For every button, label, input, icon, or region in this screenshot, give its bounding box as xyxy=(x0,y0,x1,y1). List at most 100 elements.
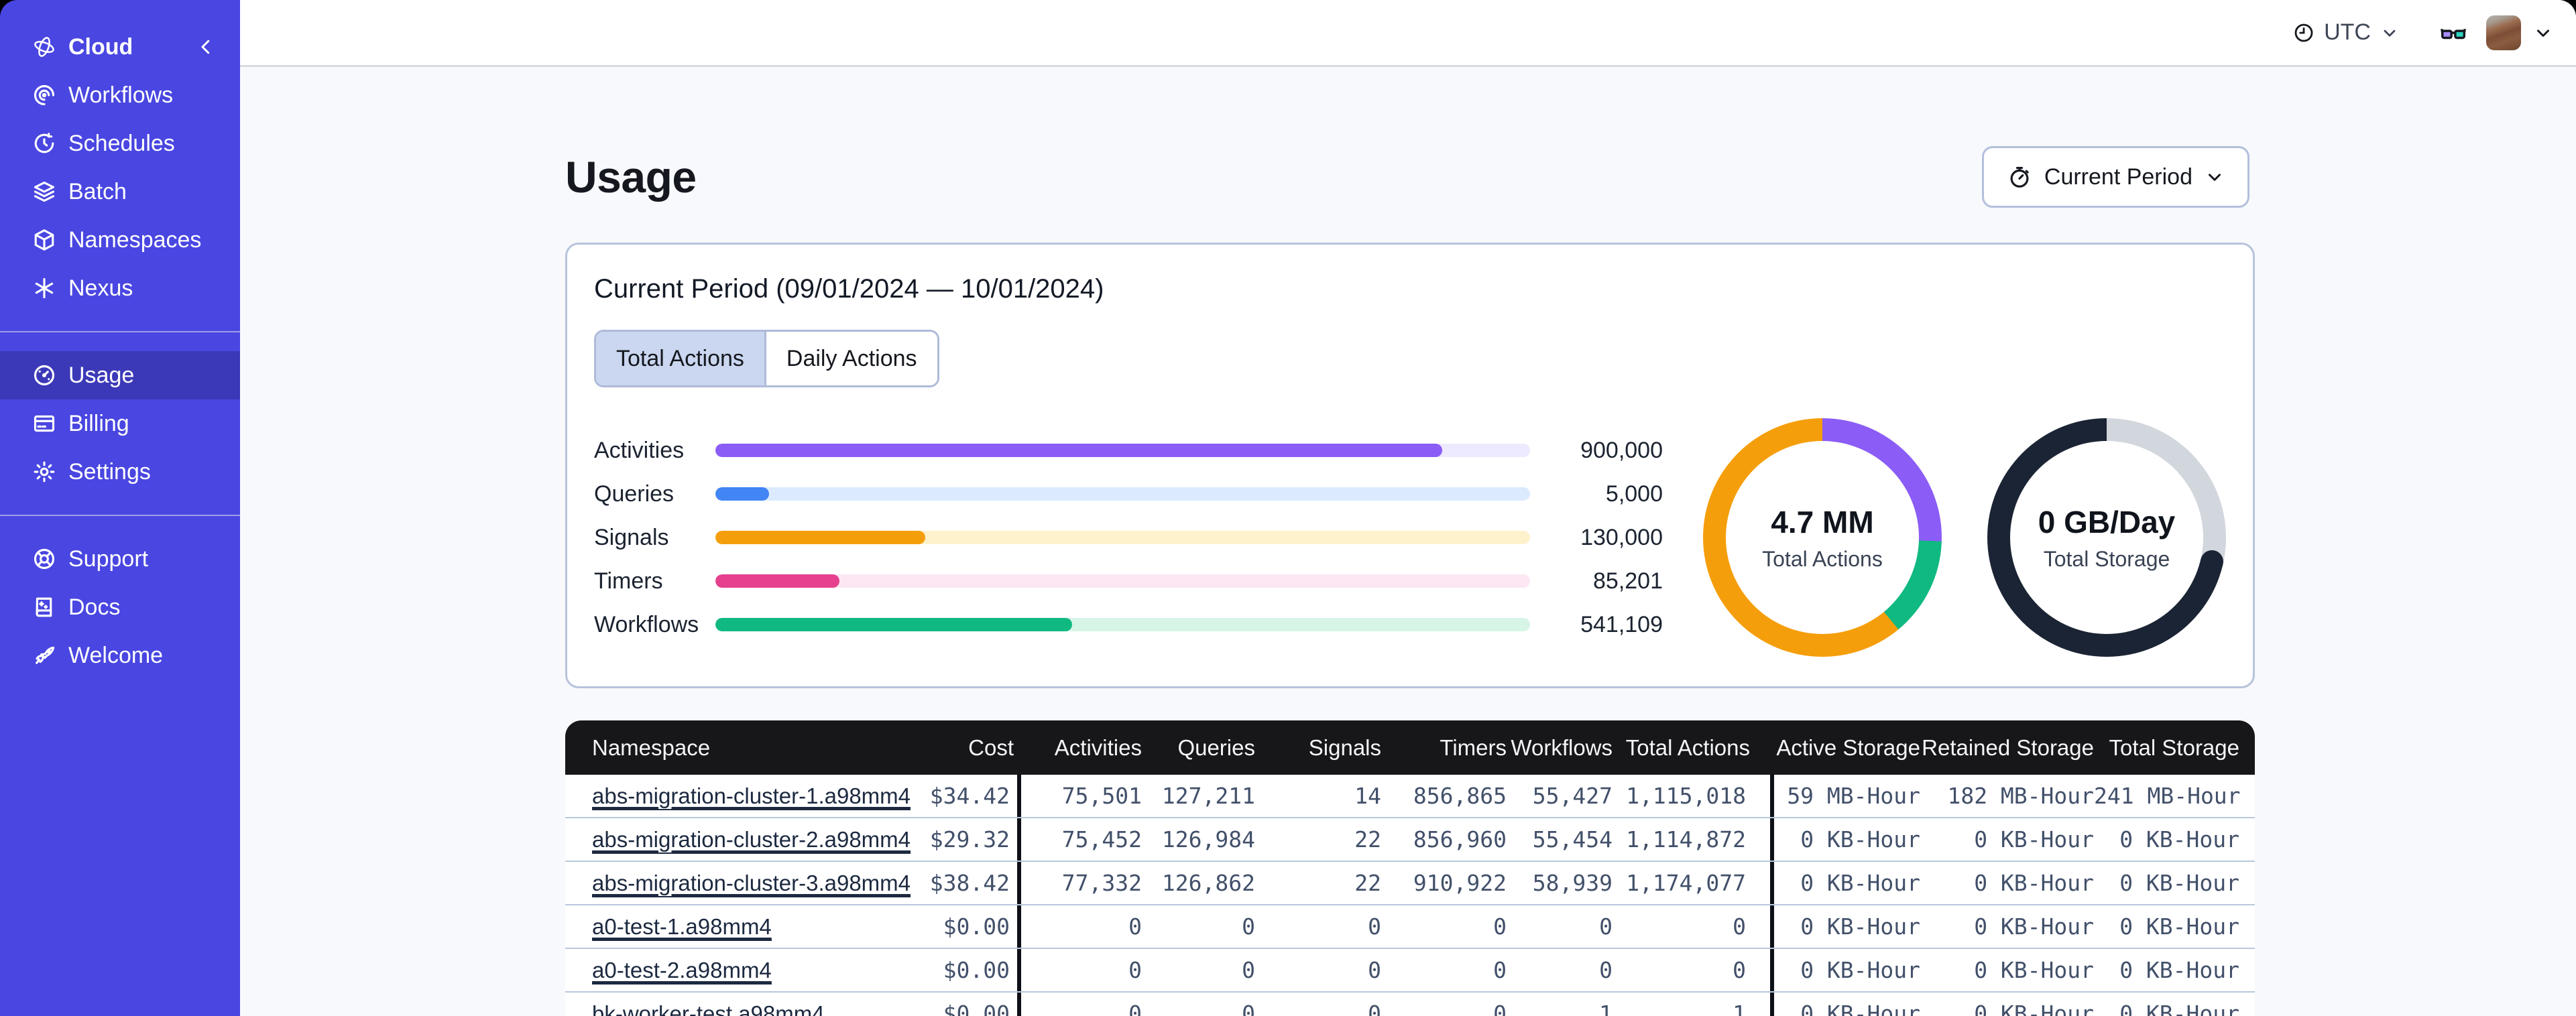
period-button-label: Current Period xyxy=(2044,164,2192,190)
collapse-sidebar-button[interactable] xyxy=(196,37,216,57)
bar-row-activities: Activities 900,000 xyxy=(594,429,1663,472)
cell-total_actions: 1 xyxy=(1613,993,1774,1016)
cell-timers: 856,960 xyxy=(1413,826,1507,852)
cell-active_storage: 0 KB-Hour xyxy=(1800,870,1920,896)
bar-fill xyxy=(715,444,1442,457)
cell-retained_storage: 0 KB-Hour xyxy=(1974,826,2094,852)
bar-row-queries: Queries 5,000 xyxy=(594,472,1663,516)
user-avatar[interactable] xyxy=(2486,15,2521,50)
period-selector-button[interactable]: Current Period xyxy=(1981,146,2249,208)
sidebar-item-settings[interactable]: Settings xyxy=(0,448,240,496)
column-header-timers: Timers xyxy=(1440,735,1507,760)
sidebar-item-support[interactable]: Support xyxy=(0,535,240,583)
cell-total_storage: 0 KB-Hour xyxy=(2119,1001,2239,1016)
sidebar-item-batch[interactable]: Batch xyxy=(0,168,240,216)
cell-retained_storage: 0 KB-Hour xyxy=(1974,957,2094,983)
bar-fill xyxy=(715,574,839,588)
cell-total_storage: 0 KB-Hour xyxy=(2119,957,2239,983)
namespace-usage-table: Namespace Cost Activities Queries Signal… xyxy=(565,720,2255,1016)
cell-activities: 75,452 xyxy=(1061,826,1142,852)
sidebar-item-label: Usage xyxy=(68,362,135,388)
tab-daily-actions[interactable]: Daily Actions xyxy=(764,332,937,385)
cell-active_storage: 0 KB-Hour xyxy=(1800,826,1920,852)
cell-queries: 0 xyxy=(1242,1001,1255,1016)
user-menu-button[interactable] xyxy=(2533,23,2553,43)
bar-label: Workflows xyxy=(594,611,699,637)
namespace-link[interactable]: abs-migration-cluster-1.a98mm4 xyxy=(592,783,911,810)
cell-workflows: 1 xyxy=(1599,1001,1613,1016)
donut-value: 4.7 MM xyxy=(1771,504,1874,539)
namespace-link[interactable]: abs-migration-cluster-3.a98mm4 xyxy=(592,870,911,897)
cell-namespace: a0-test-1.a98mm4 xyxy=(565,913,927,941)
main-area: UTC Usage Current Period Current Period … xyxy=(240,0,2576,1016)
cell-timers: 0 xyxy=(1493,913,1507,940)
feedback-glasses-button[interactable] xyxy=(2438,17,2469,48)
cell-queries: 126,984 xyxy=(1161,826,1255,852)
tab-total-actions[interactable]: Total Actions xyxy=(596,332,764,385)
sidebar-item-label: Welcome xyxy=(68,642,164,668)
sidebar-item-usage[interactable]: Usage xyxy=(0,351,240,399)
sidebar-item-welcome[interactable]: Welcome xyxy=(0,631,240,680)
sidebar-item-nexus[interactable]: Nexus xyxy=(0,264,240,312)
bar-value: 130,000 xyxy=(1580,524,1663,550)
donut-value: 0 GB/Day xyxy=(2038,504,2176,539)
namespace-link[interactable]: bk-worker-test.a98mm4 xyxy=(592,1001,825,1016)
cell-total_actions: 1,174,077 xyxy=(1613,862,1774,904)
bar-label: Queries xyxy=(594,481,675,507)
cell-total_actions: 0 xyxy=(1613,905,1774,948)
namespace-link[interactable]: a0-test-1.a98mm4 xyxy=(592,913,772,941)
donut-center: 0 GB/Day Total Storage xyxy=(1987,418,2226,657)
clock-icon xyxy=(2294,23,2313,42)
brand-label: Cloud xyxy=(68,34,133,60)
bar-value: 85,201 xyxy=(1593,568,1663,594)
bar-row-workflows: Workflows 541,109 xyxy=(594,603,1663,647)
cell-timers: 910,922 xyxy=(1413,870,1507,896)
sidebar-item-label: Workflows xyxy=(68,82,174,108)
sidebar-item-docs[interactable]: Docs xyxy=(0,583,240,631)
actions-tab-group: Total Actions Daily Actions xyxy=(594,330,939,387)
donut-charts: 4.7 MM Total Actions 0 GB/Day Total Stor… xyxy=(1703,418,2226,657)
actions-bar-chart: Activities 900,000 Queries 5,000 Signals xyxy=(594,429,1663,647)
sidebar-item-schedules[interactable]: Schedules xyxy=(0,119,240,168)
table-row: abs-migration-cluster-3.a98mm4 $38.42 77,3… xyxy=(565,862,2255,905)
cell-total_storage: 0 KB-Hour xyxy=(2119,870,2239,896)
cell-retained_storage: 0 KB-Hour xyxy=(1974,913,2094,940)
bar-label: Signals xyxy=(594,524,669,550)
column-header-activities: Activities xyxy=(1054,735,1142,760)
charts-row: Activities 900,000 Queries 5,000 Signals xyxy=(594,418,2226,657)
chevron-left-icon xyxy=(201,40,210,54)
bar-fill xyxy=(715,618,1073,631)
table-row: abs-migration-cluster-1.a98mm4 $34.42 75,5… xyxy=(565,775,2255,818)
column-header-retained-storage: Retained Storage xyxy=(1922,735,2094,760)
bar-row-signals: Signals 130,000 xyxy=(594,516,1663,560)
sidebar-item-billing[interactable]: Billing xyxy=(0,399,240,448)
schedules-icon xyxy=(34,133,54,153)
cell-activities: 0 xyxy=(1128,957,1142,983)
namespace-link[interactable]: a0-test-2.a98mm4 xyxy=(592,957,772,985)
sidebar: Cloud Workflows Schedules Batch Namespac… xyxy=(0,0,240,1016)
column-header-total-storage: Total Storage xyxy=(2109,735,2239,760)
table-row: bk-worker-test.a98mm4 $0.00 0 0 0 0 1 1 0 KB-Hou… xyxy=(565,993,2255,1016)
cell-total_actions: 0 xyxy=(1613,949,1774,991)
cell-total_storage: 241 MB-Hour xyxy=(2094,783,2241,809)
sidebar-item-workflows[interactable]: Workflows xyxy=(0,71,240,119)
cell-cost: $38.42 xyxy=(927,862,1021,904)
usage-summary-card: Current Period (09/01/2024 — 10/01/2024)… xyxy=(565,243,2255,688)
cell-signals: 0 xyxy=(1368,913,1381,940)
cell-cost: $0.00 xyxy=(927,905,1021,948)
bar-track xyxy=(715,618,1530,631)
sidebar-item-namespaces[interactable]: Namespaces xyxy=(0,216,240,264)
column-header-queries: Queries xyxy=(1177,735,1255,760)
donut-label: Total Storage xyxy=(2043,546,2170,571)
support-lifebuoy-icon xyxy=(34,548,55,570)
cell-queries: 0 xyxy=(1242,913,1255,940)
namespace-link[interactable]: abs-migration-cluster-2.a98mm4 xyxy=(592,826,911,854)
sidebar-brand[interactable]: Cloud xyxy=(0,23,240,71)
billing-card-icon xyxy=(34,415,55,432)
workflows-icon xyxy=(34,84,55,106)
bar-value: 541,109 xyxy=(1580,611,1663,637)
cell-activities: 0 xyxy=(1128,1001,1142,1016)
cell-active_storage: 0 KB-Hour xyxy=(1800,957,1920,983)
timezone-selector[interactable]: UTC xyxy=(2293,19,2399,46)
cell-activities: 0 xyxy=(1128,913,1142,940)
